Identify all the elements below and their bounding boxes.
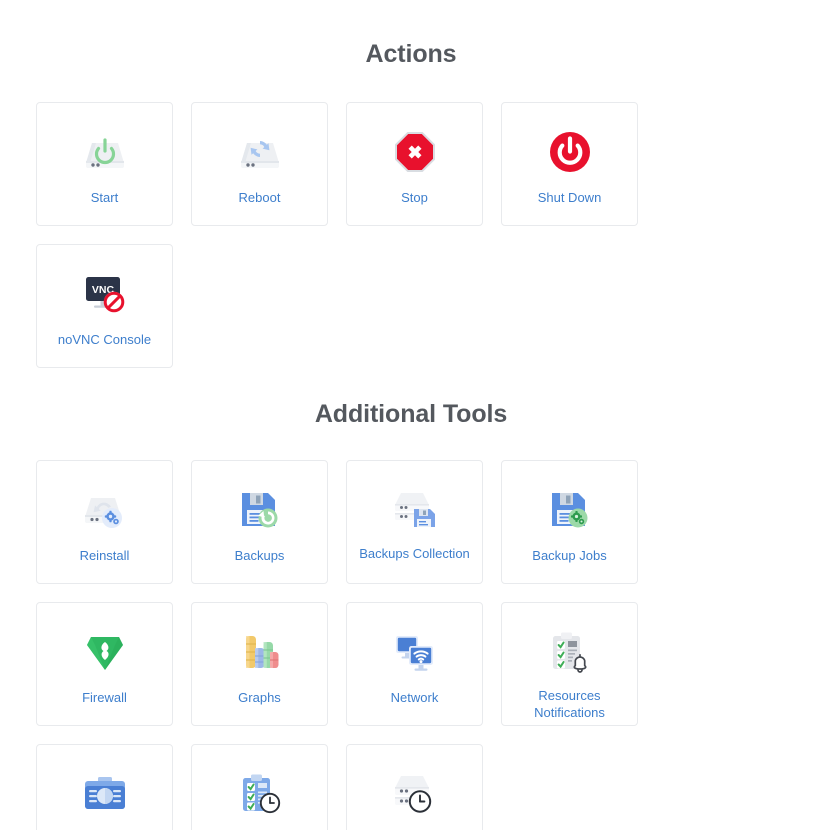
action-card-label: Shut Down (537, 190, 602, 205)
tool-card-resources-notifications[interactable]: Resources Notifications (501, 602, 638, 726)
action-card-shut-down[interactable]: Shut Down (501, 102, 638, 226)
bar-chart-icon (229, 623, 291, 681)
action-card-novnc-console[interactable]: VNC noVNC Console (36, 244, 173, 368)
action-card-label: Start (90, 190, 119, 205)
tool-card-graphs[interactable]: Graphs (191, 602, 328, 726)
tool-card-label: Graphs (238, 690, 281, 705)
floppy-gear-icon (539, 481, 601, 539)
tool-card-reinstall[interactable]: Reinstall (36, 460, 173, 584)
additional-tools-section-title: Additional Tools (314, 400, 508, 428)
tool-card-label: Backups Collection (359, 546, 470, 561)
tool-card-label: Firewall (82, 690, 127, 705)
additional-tools-card-grid: Reinstall Backups Backups Collection Bac… (0, 460, 822, 830)
power-circle-red-icon (539, 123, 601, 181)
stop-octagon-x-icon (384, 123, 446, 181)
tool-card-label: Backups (234, 548, 285, 563)
action-card-reboot[interactable]: Reboot (191, 102, 328, 226)
server-power-green-icon (74, 123, 136, 181)
actions-card-grid: Start Reboot Stop Shut Down VNC noVNC Co… (0, 102, 822, 368)
tool-card-label: Resources Notifications (534, 688, 605, 720)
clipboard-clock-icon (229, 765, 291, 823)
tool-card-tasks-history[interactable]: Tasks History (191, 744, 328, 830)
server-gear-icon (74, 481, 136, 539)
monitors-wifi-icon (384, 623, 446, 681)
tool-card-vm-power-tasks[interactable]: VM Power Tasks (346, 744, 483, 830)
tool-card-backups-collection[interactable]: Backups Collection (346, 460, 483, 584)
tool-card-firewall[interactable]: Firewall (36, 602, 173, 726)
clipboard-bell-icon (539, 623, 601, 681)
tool-card-label: Reinstall (79, 548, 130, 563)
floppy-restore-icon (229, 481, 291, 539)
tool-card-network[interactable]: Network (346, 602, 483, 726)
vm-management-page: Actions Start Reboot Stop Shut Down VNC … (0, 0, 822, 830)
action-card-start[interactable]: Start (36, 102, 173, 226)
server-stack-floppy-icon (384, 481, 446, 539)
action-card-label: Stop (401, 190, 428, 205)
firewall-diamond-icon (74, 623, 136, 681)
tool-card-backup-jobs[interactable]: Backup Jobs (501, 460, 638, 584)
action-card-label: Reboot (238, 190, 281, 205)
tool-card-backups[interactable]: Backups (191, 460, 328, 584)
server-stack-clock-icon (384, 765, 446, 823)
action-card-label: noVNC Console (57, 332, 152, 347)
tool-card-snapshots[interactable]: Snapshots (36, 744, 173, 830)
action-card-stop[interactable]: Stop (346, 102, 483, 226)
server-refresh-icon (229, 123, 291, 181)
tool-card-label: Backup Jobs (532, 548, 607, 563)
tool-card-label: Network (390, 690, 439, 705)
camera-icon (74, 765, 136, 823)
actions-section-title: Actions (365, 40, 457, 68)
vnc-monitor-blocked-icon: VNC (74, 265, 136, 323)
